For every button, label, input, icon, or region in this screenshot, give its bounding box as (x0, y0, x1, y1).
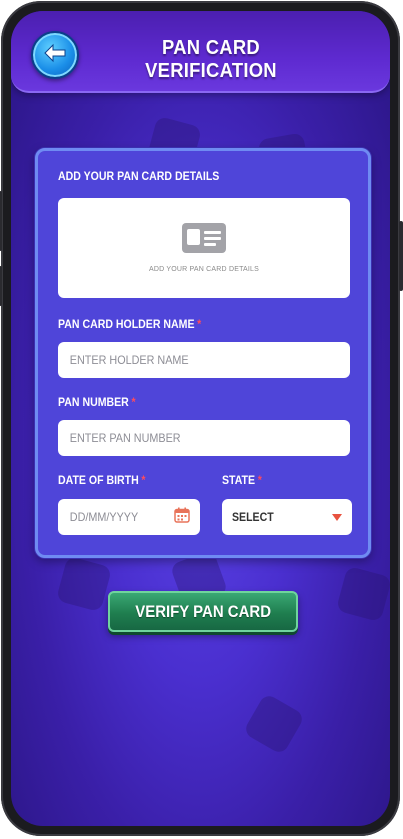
dob-input[interactable] (68, 509, 162, 525)
dob-field[interactable] (58, 499, 200, 535)
pan-number-label: PAN NUMBER * (58, 395, 136, 409)
phone-frame: PAN CARD VERIFICATION ADD YOUR PAN CARD … (0, 1, 403, 836)
required-marker: * (197, 317, 202, 331)
required-marker: * (257, 473, 262, 487)
app-screen: PAN CARD VERIFICATION ADD YOUR PAN CARD … (11, 11, 390, 826)
state-label: STATE * (222, 473, 262, 487)
id-card-icon (182, 223, 226, 258)
background-dice (242, 692, 306, 756)
top-bar: PAN CARD VERIFICATION (11, 11, 390, 93)
pan-details-card: ADD YOUR PAN CARD DETAILS ADD YOUR PAN C… (35, 148, 371, 558)
pan-number-label-text: PAN NUMBER (58, 395, 129, 409)
required-marker: * (141, 473, 146, 487)
background-dice (335, 565, 390, 623)
dob-label-text: DATE OF BIRTH (58, 473, 139, 487)
dob-label: DATE OF BIRTH * (58, 473, 146, 487)
page-title: PAN CARD VERIFICATION (145, 37, 277, 82)
calendar-icon[interactable] (174, 507, 190, 528)
arrow-left-icon (43, 43, 67, 68)
holder-name-label-text: PAN CARD HOLDER NAME (58, 317, 195, 331)
state-select[interactable]: SELECT (222, 499, 352, 535)
required-marker: * (131, 395, 136, 409)
phone-side-button (0, 191, 2, 251)
holder-name-field[interactable] (58, 342, 350, 378)
pan-card-upload-area[interactable]: ADD YOUR PAN CARD DETAILS (58, 198, 350, 298)
section-title: ADD YOUR PAN CARD DETAILS (58, 169, 220, 183)
phone-side-button (0, 266, 2, 306)
holder-name-input[interactable] (68, 352, 313, 368)
back-button[interactable] (31, 31, 79, 79)
verify-pan-card-button[interactable]: VERIFY PAN CARD (108, 591, 298, 632)
background-dice (55, 555, 113, 613)
upload-hint: ADD YOUR PAN CARD DETAILS (148, 266, 260, 273)
verify-button-label: VERIFY PAN CARD (135, 601, 271, 621)
caret-down-icon (332, 508, 342, 526)
holder-name-label: PAN CARD HOLDER NAME * (58, 317, 201, 331)
phone-power-button (399, 221, 403, 291)
pan-number-field[interactable] (58, 420, 350, 456)
pan-number-input[interactable] (68, 430, 313, 446)
state-label-text: STATE (222, 473, 256, 487)
state-select-value: SELECT (232, 510, 274, 524)
